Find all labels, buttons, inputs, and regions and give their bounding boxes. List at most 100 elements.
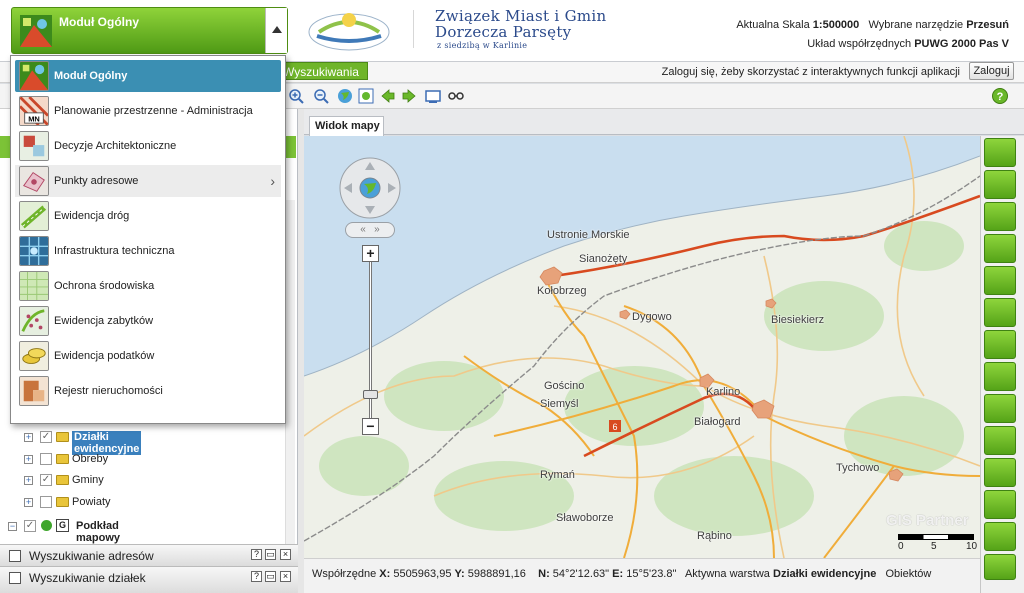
restore-icon[interactable]: ▭ bbox=[265, 549, 276, 560]
tool-label: Wybrane narzędzie bbox=[868, 19, 964, 31]
objects-label: Obiektów bbox=[885, 568, 932, 580]
module-selector-button[interactable]: Moduł Ogólny bbox=[11, 7, 288, 54]
module-item-roads[interactable]: Ewidencja dróg bbox=[15, 200, 281, 232]
measure-icon[interactable] bbox=[448, 88, 464, 104]
view-tabbar bbox=[304, 109, 1024, 135]
module-dropdown-toggle[interactable] bbox=[265, 8, 287, 53]
zoom-slider-handle[interactable] bbox=[363, 390, 378, 399]
module-item-monuments[interactable]: Ewidencja zabytków bbox=[15, 305, 281, 337]
expand-icon[interactable]: + bbox=[24, 455, 33, 464]
expand-icon[interactable]: + bbox=[24, 476, 33, 485]
fullscreen-icon[interactable] bbox=[425, 88, 441, 104]
zoom-out-icon[interactable] bbox=[313, 88, 329, 104]
module-item-label: Punkty adresowe bbox=[54, 175, 139, 187]
search-tab[interactable]: Wyszukiwania bbox=[280, 62, 368, 80]
module-item-infrastructure[interactable]: Infrastruktura techniczna bbox=[15, 235, 281, 267]
basemap-checkbox[interactable]: ✓ bbox=[24, 520, 36, 532]
scale-value: 1:500000 bbox=[812, 19, 860, 31]
zoom-in-button[interactable]: + bbox=[362, 245, 379, 262]
help-small-icon[interactable]: ? bbox=[251, 549, 262, 560]
side-button[interactable] bbox=[984, 330, 1016, 359]
panel-icon bbox=[9, 550, 21, 562]
layer-checkbox[interactable] bbox=[40, 496, 52, 508]
zoom-extent-icon[interactable] bbox=[358, 88, 374, 104]
module-item-label: Ewidencja zabytków bbox=[54, 315, 154, 327]
right-toolbar bbox=[980, 136, 1024, 593]
monuments-icon bbox=[19, 306, 49, 336]
expand-icon[interactable]: + bbox=[24, 433, 33, 442]
side-button[interactable] bbox=[984, 298, 1016, 327]
history-nav-control[interactable]: « » bbox=[345, 222, 395, 238]
scale-bar-label: 5 bbox=[931, 541, 937, 552]
help-small-icon[interactable]: ? bbox=[251, 571, 262, 582]
side-button[interactable] bbox=[984, 490, 1016, 519]
layer-label: Obreby bbox=[72, 453, 109, 465]
module-item-architecture[interactable]: Decyzje Architektoniczne bbox=[15, 130, 281, 162]
login-button[interactable]: Zaloguj bbox=[969, 62, 1014, 80]
status-bar: Współrzędne X: 5505963,95 Y: 5988891,16 … bbox=[304, 558, 980, 593]
help-icon[interactable]: ? bbox=[992, 88, 1008, 104]
side-button[interactable] bbox=[984, 554, 1016, 580]
restore-icon[interactable]: ▭ bbox=[265, 571, 276, 582]
place-label: Sławoborze bbox=[556, 512, 614, 524]
header-divider bbox=[413, 10, 414, 48]
folder-icon bbox=[56, 432, 69, 442]
layer-label: Działki ewidencyjne bbox=[72, 431, 142, 455]
pan-control[interactable] bbox=[338, 156, 402, 220]
layer-checkbox[interactable]: ✓ bbox=[40, 474, 52, 486]
next-view-icon[interactable] bbox=[401, 88, 417, 104]
module-item-general[interactable]: Moduł Ogólny bbox=[15, 60, 281, 92]
module-item-label: Moduł Ogólny bbox=[54, 70, 128, 82]
layer-label: Powiaty bbox=[72, 496, 111, 508]
svg-text:MN: MN bbox=[28, 114, 40, 123]
active-layer-value: Działki ewidencyjne bbox=[773, 568, 877, 580]
side-button[interactable] bbox=[984, 394, 1016, 423]
planning-mn-icon: MN bbox=[19, 96, 49, 126]
tool-value: Przesuń bbox=[966, 19, 1009, 31]
zoom-in-icon[interactable] bbox=[288, 88, 304, 104]
globe-icon[interactable] bbox=[337, 88, 353, 104]
close-icon[interactable]: × bbox=[280, 549, 291, 560]
side-button[interactable] bbox=[984, 426, 1016, 455]
layers-scrollbar[interactable] bbox=[285, 200, 295, 544]
collapse-icon[interactable]: − bbox=[8, 522, 17, 531]
address-search-title: Wyszukiwanie adresów bbox=[29, 549, 154, 563]
address-points-icon bbox=[19, 166, 49, 196]
side-button[interactable] bbox=[984, 202, 1016, 231]
side-button[interactable] bbox=[984, 522, 1016, 551]
expand-icon[interactable]: + bbox=[24, 498, 33, 507]
address-search-panel[interactable]: Wyszukiwanie adresów ? ▭ × bbox=[0, 544, 298, 566]
module-item-taxes[interactable]: Ewidencja podatków bbox=[15, 340, 281, 372]
side-button[interactable] bbox=[984, 458, 1016, 487]
close-icon[interactable]: × bbox=[280, 571, 291, 582]
place-label: Tychowo bbox=[836, 462, 880, 474]
app-header: Moduł Ogólny Związek Miast i Gmin Dorzec… bbox=[0, 0, 1024, 62]
tab-map-view[interactable]: Widok mapy bbox=[309, 116, 384, 136]
side-button[interactable] bbox=[984, 170, 1016, 199]
folder-icon bbox=[56, 454, 69, 464]
side-button[interactable] bbox=[984, 234, 1016, 263]
group-icon: G bbox=[56, 519, 69, 532]
caret-up-icon bbox=[272, 26, 282, 33]
side-button[interactable] bbox=[984, 138, 1016, 167]
side-button[interactable] bbox=[984, 266, 1016, 295]
panel-icon bbox=[9, 572, 21, 584]
parcel-search-panel[interactable]: Wyszukiwanie działek ? ▭ × bbox=[0, 566, 298, 593]
road-sign-label: 6 bbox=[612, 422, 617, 432]
zoom-out-button[interactable]: − bbox=[362, 418, 379, 435]
place-label: Ustronie Morskie bbox=[547, 229, 630, 241]
module-item-address-points[interactable]: Punkty adresowe › bbox=[15, 165, 281, 197]
y-label: Y: bbox=[454, 568, 465, 580]
architecture-decision-icon bbox=[19, 131, 49, 161]
module-item-property-register[interactable]: Rejestr nieruchomości bbox=[15, 375, 281, 407]
module-item-label: Planowanie przestrzenne - Administracja bbox=[54, 105, 253, 117]
place-label: Rymań bbox=[540, 469, 575, 481]
layer-checkbox[interactable] bbox=[40, 453, 52, 465]
map-canvas[interactable]: 6 Ustronie Morskie Sianożęty Kołobrzeg D… bbox=[304, 136, 980, 558]
module-item-planning[interactable]: MN Planowanie przestrzenne - Administrac… bbox=[15, 95, 281, 127]
layer-checkbox[interactable]: ✓ bbox=[40, 431, 52, 443]
place-label: Karlino bbox=[706, 386, 741, 398]
side-button[interactable] bbox=[984, 362, 1016, 391]
previous-view-icon[interactable] bbox=[380, 88, 396, 104]
module-item-environment[interactable]: Ochrona środowiska bbox=[15, 270, 281, 302]
